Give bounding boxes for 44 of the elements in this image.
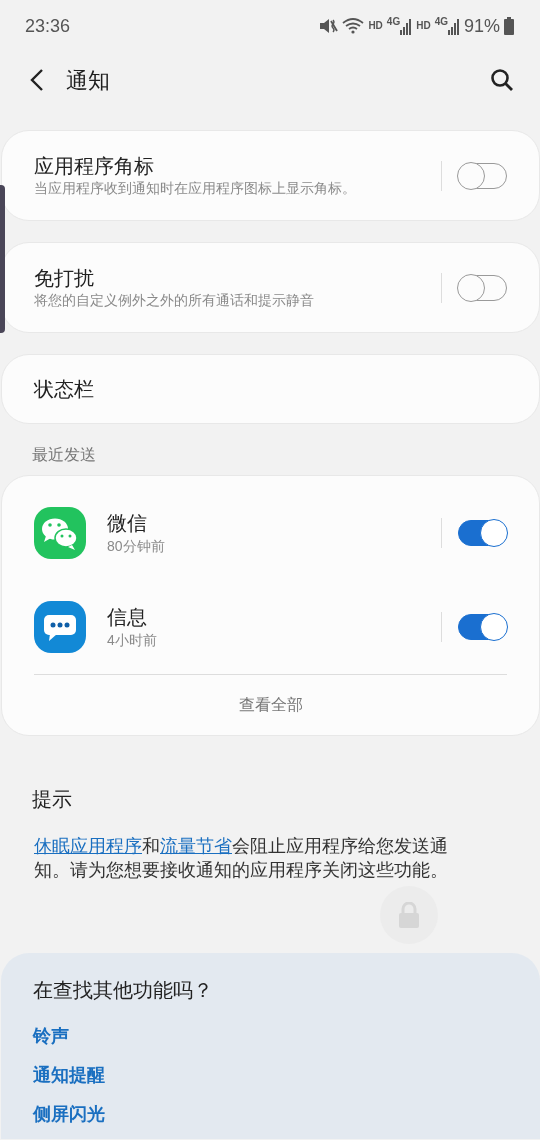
see-all-button[interactable]: 查看全部	[2, 675, 539, 735]
suggestion-link[interactable]: 铃声	[33, 1022, 508, 1050]
signal-icon	[447, 17, 460, 35]
network-label: HD	[416, 21, 431, 31]
edge-panel-handle[interactable]	[0, 185, 5, 333]
app-time: 4小时前	[107, 630, 158, 650]
section-heading: 最近发送	[31, 445, 97, 465]
toggle-switch[interactable]	[458, 274, 507, 301]
network-type: 4G	[386, 17, 401, 27]
page-title: 通知	[66, 66, 111, 95]
signal-icon	[400, 17, 413, 35]
app-name: 信息	[107, 604, 148, 630]
app-time: 80分钟前	[107, 536, 166, 556]
suggestion-link[interactable]: 通知提醒	[33, 1061, 508, 1089]
setting-title: 免打扰	[34, 266, 95, 292]
wifi-icon	[342, 17, 365, 35]
setting-description: 当应用程序收到通知时在应用程序图标上显示角标。	[34, 179, 357, 198]
setting-row[interactable]: 状态栏	[1, 354, 540, 424]
tip-paragraph: 休眠应用程序和流量节省会阻止应用程序给您发送通知。请为您想要接收通知的应用程序关闭这些功能。	[33, 835, 449, 883]
message-bubble-icon	[34, 601, 86, 653]
chat-bubbles-icon	[34, 507, 86, 559]
network-type: 4G	[434, 17, 448, 27]
mute-icon	[318, 17, 339, 35]
tip-link[interactable]: 流量节省	[160, 836, 232, 856]
search-button[interactable]	[490, 67, 514, 93]
tip-heading: 提示	[31, 787, 73, 812]
setting-title: 状态栏	[34, 377, 95, 402]
back-icon	[30, 68, 44, 93]
network-label: HD	[368, 21, 383, 31]
suggestion-link[interactable]: 侧屏闪光	[33, 1100, 508, 1128]
back-button[interactable]	[30, 67, 44, 93]
search-icon	[490, 68, 514, 93]
app-name: 微信	[107, 510, 148, 536]
setting-row[interactable]: 应用程序角标 当应用程序收到通知时在应用程序图标上显示角标。	[1, 130, 540, 221]
toggle-switch[interactable]	[458, 520, 507, 546]
clock-time: 23:36	[25, 14, 71, 38]
setting-title: 应用程序角标	[34, 154, 155, 180]
toggle-switch[interactable]	[458, 614, 507, 640]
suggestion-heading: 在查找其他功能吗？	[33, 977, 214, 1003]
battery-icon	[504, 17, 514, 35]
battery-percent: 91%	[463, 14, 500, 38]
setting-description: 将您的自定义例外之外的所有通话和提示静音	[34, 291, 315, 310]
toggle-switch[interactable]	[458, 162, 507, 189]
tip-link[interactable]: 休眠应用程序	[34, 836, 142, 856]
